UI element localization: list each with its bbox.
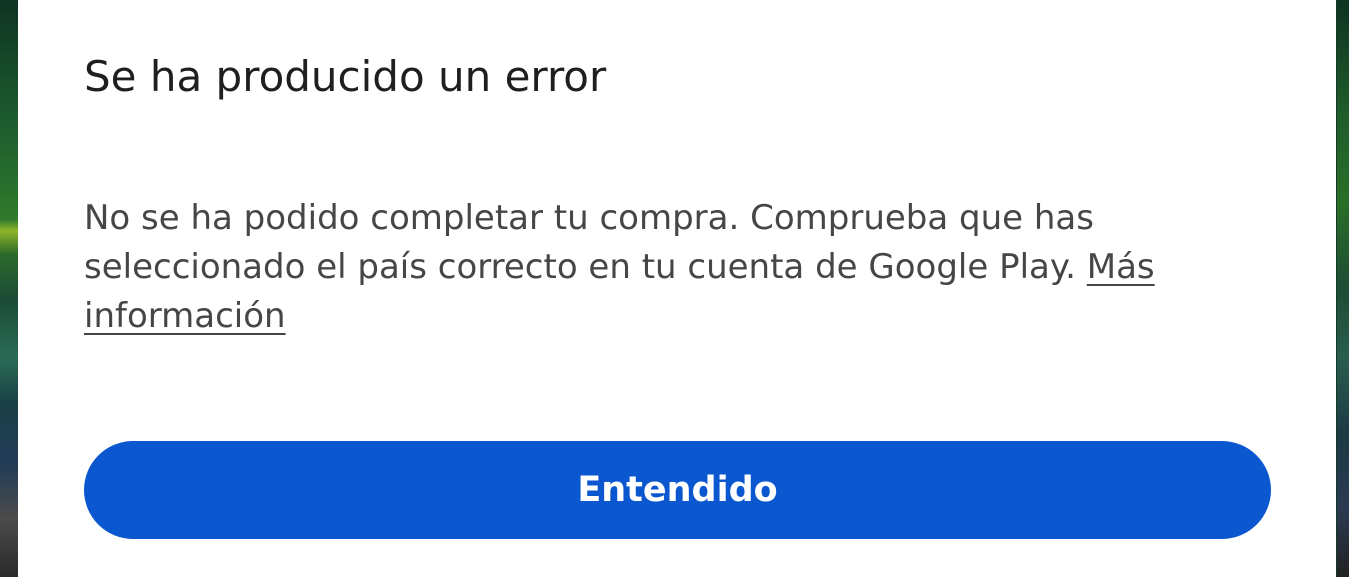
background-app-right (1337, 0, 1349, 577)
ok-button[interactable]: Entendido (84, 441, 1271, 539)
background-app-left (0, 0, 20, 577)
dialog-message: No se ha podido completar tu compra. Com… (84, 194, 1214, 341)
dialog-title: Se ha producido un error (84, 52, 607, 101)
error-dialog: Se ha producido un error No se ha podido… (18, 0, 1336, 577)
dialog-message-text: No se ha podido completar tu compra. Com… (84, 198, 1094, 287)
